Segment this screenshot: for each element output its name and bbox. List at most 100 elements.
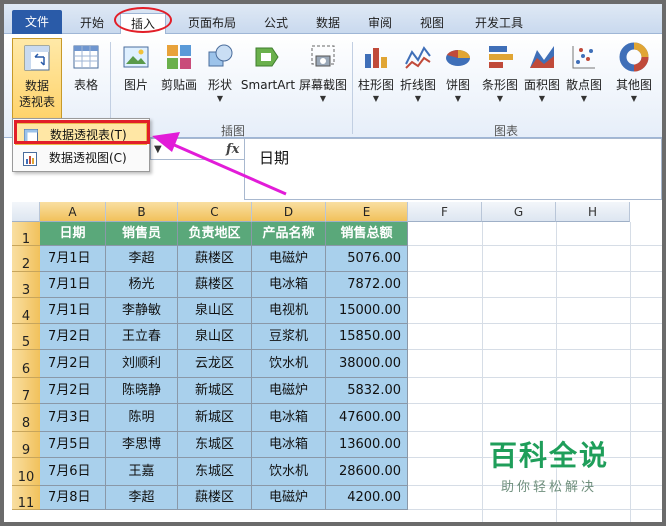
column-chart-button[interactable]: 柱形图 ▼ (356, 38, 396, 120)
row-header[interactable]: 2 (12, 246, 40, 272)
tab-page-layout[interactable]: 页面布局 (180, 13, 244, 33)
table-cell[interactable]: 28600.00 (326, 458, 408, 486)
table-cell[interactable]: 电冰箱 (252, 272, 326, 298)
pivot-table-button[interactable]: 数据 透视表 (12, 38, 62, 120)
table-header-cell[interactable]: 销售员 (106, 222, 178, 246)
col-d-header[interactable]: D (252, 202, 326, 222)
table-cell[interactable]: 7月2日 (40, 350, 106, 378)
table-cell[interactable]: 陈晓静 (106, 378, 178, 404)
col-h-header[interactable]: H (556, 202, 630, 222)
table-cell[interactable]: 豆浆机 (252, 324, 326, 350)
pie-chart-button[interactable]: 饼图 ▼ (440, 38, 476, 120)
table-cell[interactable]: 4200.00 (326, 486, 408, 510)
row-header[interactable]: 10 (12, 458, 40, 486)
table-cell[interactable]: 15850.00 (326, 324, 408, 350)
table-cell[interactable]: 7月1日 (40, 298, 106, 324)
table-cell[interactable]: 电冰箱 (252, 432, 326, 458)
table-cell[interactable]: 7月2日 (40, 378, 106, 404)
table-cell[interactable]: 杨光 (106, 272, 178, 298)
table-cell[interactable]: 7872.00 (326, 272, 408, 298)
table-cell[interactable]: 7月5日 (40, 432, 106, 458)
table-cell[interactable]: 电冰箱 (252, 404, 326, 432)
table-cell[interactable]: 7月3日 (40, 404, 106, 432)
table-cell[interactable]: 饮水机 (252, 458, 326, 486)
col-c-header[interactable]: C (178, 202, 252, 222)
col-b-header[interactable]: B (106, 202, 178, 222)
table-cell[interactable]: 饮水机 (252, 350, 326, 378)
table-cell[interactable]: 泉山区 (178, 298, 252, 324)
table-cell[interactable]: 蕻楼区 (178, 272, 252, 298)
table-cell[interactable]: 电磁炉 (252, 378, 326, 404)
select-all-corner[interactable] (12, 202, 40, 222)
row-header[interactable]: 6 (12, 350, 40, 378)
table-cell[interactable]: 新城区 (178, 378, 252, 404)
line-chart-button[interactable]: 折线图 ▼ (398, 38, 438, 120)
table-cell[interactable]: 王立春 (106, 324, 178, 350)
table-button[interactable]: 表格 (66, 38, 106, 120)
table-cell[interactable]: 7月2日 (40, 324, 106, 350)
table-cell[interactable]: 泉山区 (178, 324, 252, 350)
table-cell[interactable]: 7月6日 (40, 458, 106, 486)
table-cell[interactable]: 5076.00 (326, 246, 408, 272)
row-header[interactable]: 3 (12, 272, 40, 298)
tab-formulas[interactable]: 公式 (258, 13, 294, 33)
row-header[interactable]: 7 (12, 378, 40, 404)
tab-developer[interactable]: 开发工具 (466, 13, 532, 33)
col-e-header[interactable]: E (326, 202, 408, 222)
table-header-cell[interactable]: 销售总额 (326, 222, 408, 246)
table-header-cell[interactable]: 负责地区 (178, 222, 252, 246)
col-g-header[interactable]: G (482, 202, 556, 222)
tab-view[interactable]: 视图 (414, 13, 450, 33)
bar-chart-button[interactable]: 条形图 ▼ (480, 38, 520, 120)
col-f-header[interactable]: F (408, 202, 482, 222)
smartart-button[interactable]: SmartArt (240, 38, 296, 120)
table-header-cell[interactable]: 产品名称 (252, 222, 326, 246)
table-cell[interactable]: 15000.00 (326, 298, 408, 324)
table-header-cell[interactable]: 日期 (40, 222, 106, 246)
table-cell[interactable]: 王嘉 (106, 458, 178, 486)
table-cell[interactable]: 电磁炉 (252, 486, 326, 510)
row-header[interactable]: 5 (12, 324, 40, 350)
scatter-chart-button[interactable]: 散点图 ▼ (564, 38, 604, 120)
table-cell[interactable]: 刘顺利 (106, 350, 178, 378)
clipart-button[interactable]: 剪贴画 (158, 38, 200, 120)
table-cell[interactable]: 蕻楼区 (178, 246, 252, 272)
table-cell[interactable]: 47600.00 (326, 404, 408, 432)
table-cell[interactable]: 电视机 (252, 298, 326, 324)
name-box-dropdown-icon[interactable]: ▼ (154, 144, 162, 155)
table-cell[interactable]: 38000.00 (326, 350, 408, 378)
table-cell[interactable]: 5832.00 (326, 378, 408, 404)
row-header[interactable]: 4 (12, 298, 40, 324)
col-a-header[interactable]: A (40, 202, 106, 222)
other-chart-button[interactable]: 其他图 ▼ (608, 38, 660, 120)
table-cell[interactable]: 13600.00 (326, 432, 408, 458)
area-chart-button[interactable]: 面积图 ▼ (522, 38, 562, 120)
tab-file[interactable]: 文件 (12, 10, 62, 34)
table-cell[interactable]: 李超 (106, 486, 178, 510)
row-header[interactable]: 11 (12, 486, 40, 511)
table-cell[interactable]: 云龙区 (178, 350, 252, 378)
table-cell[interactable]: 7月8日 (40, 486, 106, 510)
tab-data[interactable]: 数据 (310, 13, 346, 33)
table-cell[interactable]: 李思博 (106, 432, 178, 458)
table-cell[interactable]: 蕻楼区 (178, 486, 252, 510)
menu-item-pivot-chart[interactable]: 数据透视图(C) (15, 147, 147, 169)
function-icon[interactable]: fx (226, 142, 239, 157)
table-cell[interactable]: 电磁炉 (252, 246, 326, 272)
table-cell[interactable]: 新城区 (178, 404, 252, 432)
table-cell[interactable]: 李静敏 (106, 298, 178, 324)
shapes-button[interactable]: 形状 ▼ (202, 38, 238, 120)
row-header[interactable]: 1 (12, 222, 40, 247)
tab-home[interactable]: 开始 (74, 13, 110, 33)
row-header[interactable]: 8 (12, 404, 40, 432)
row-header[interactable]: 9 (12, 432, 40, 458)
picture-button[interactable]: 图片 (116, 38, 156, 120)
table-cell[interactable]: 东城区 (178, 432, 252, 458)
formula-input[interactable]: 日期 (244, 138, 662, 200)
tab-review[interactable]: 审阅 (362, 13, 398, 33)
screenshot-button[interactable]: 屏幕截图 ▼ (298, 38, 348, 120)
table-cell[interactable]: 陈明 (106, 404, 178, 432)
table-cell[interactable]: 东城区 (178, 458, 252, 486)
table-cell[interactable]: 7月1日 (40, 272, 106, 298)
table-cell[interactable]: 7月1日 (40, 246, 106, 272)
